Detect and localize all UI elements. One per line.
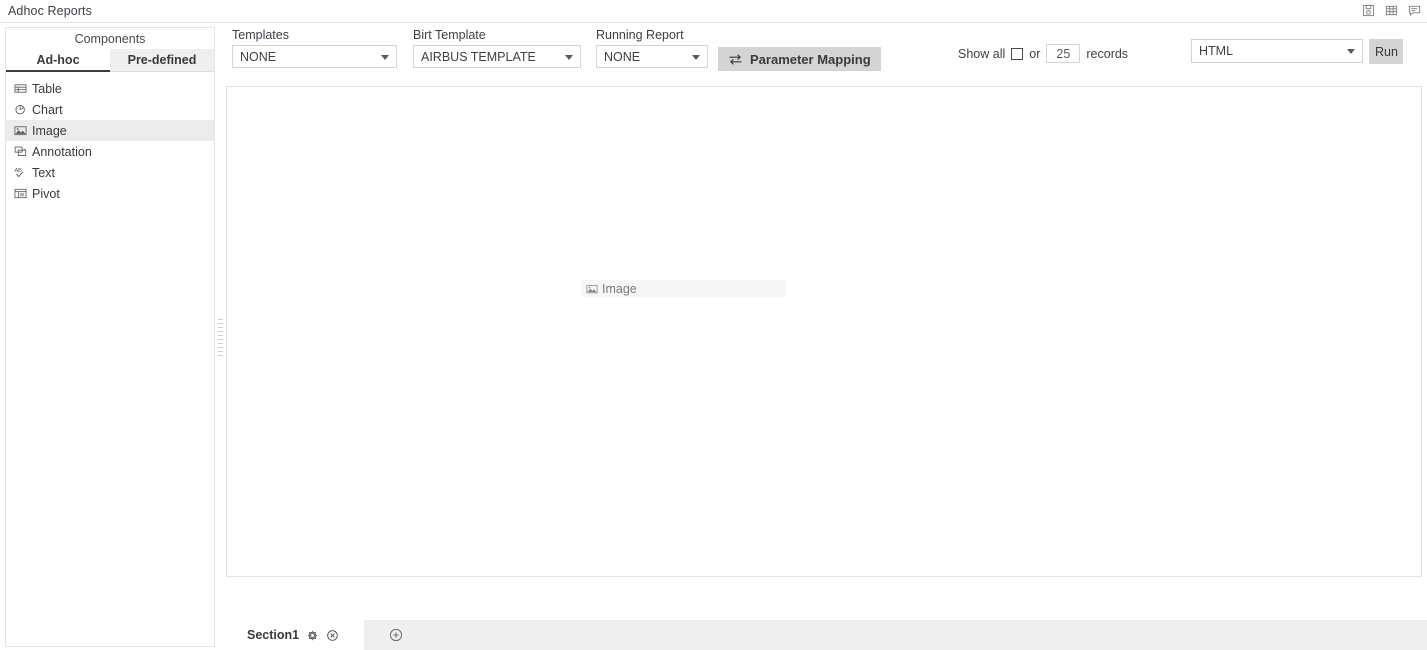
sidebar-item-pivot[interactable]: Pivot	[6, 183, 214, 204]
sidebar-item-label: Annotation	[32, 144, 92, 159]
close-icon[interactable]	[326, 629, 339, 642]
tab-ad-hoc[interactable]: Ad-hoc	[6, 49, 110, 72]
text-abc-icon: AB	[14, 166, 27, 179]
records-label: records	[1086, 46, 1129, 61]
titlebar: Adhoc Reports	[0, 0, 1427, 23]
report-canvas[interactable]: Image	[226, 86, 1422, 577]
components-tabs: Ad-hoc Pre-defined	[5, 49, 215, 72]
chart-pie-icon	[14, 103, 27, 116]
section-tab-label: Section1	[247, 628, 300, 642]
table-icon[interactable]	[1383, 2, 1400, 19]
output-format-field-group: HTML	[1191, 39, 1363, 63]
svg-text:AB: AB	[14, 168, 22, 174]
app-title: Adhoc Reports	[8, 4, 92, 18]
running-report-select-value: NONE	[604, 49, 641, 64]
section-tab-section1[interactable]: Section1	[224, 620, 364, 650]
parameter-mapping-label: Parameter Mapping	[750, 51, 871, 67]
sidebar-item-annotation[interactable]: Annotation	[6, 141, 214, 162]
components-panel: Components Ad-hoc Pre-defined Table Char…	[0, 23, 220, 650]
splitter-grip	[218, 319, 223, 357]
tab-pre-defined-label: Pre-defined	[127, 53, 197, 67]
templates-field-group: Templates NONE	[232, 28, 397, 68]
birt-template-select[interactable]: AIRBUS TEMPLATE	[413, 45, 581, 68]
image-component-placeholder[interactable]: Image	[581, 280, 786, 297]
output-format-select[interactable]: HTML	[1191, 39, 1363, 63]
chevron-down-icon	[381, 54, 389, 60]
birt-template-label: Birt Template	[413, 28, 486, 42]
sidebar-item-image[interactable]: Image	[6, 120, 214, 141]
add-section-button[interactable]	[389, 628, 403, 642]
save-icon[interactable]	[1360, 2, 1377, 19]
parameter-mapping-button[interactable]: Parameter Mapping	[718, 47, 881, 71]
output-format-select-value: HTML	[1199, 44, 1234, 58]
chevron-down-icon	[565, 54, 573, 60]
records-input[interactable]	[1046, 44, 1081, 63]
running-report-field-group: Running Report NONE	[596, 28, 708, 68]
sidebar-item-label: Text	[32, 165, 55, 180]
sidebar-item-table[interactable]: Table	[6, 78, 214, 99]
adhoc-reports-app: Adhoc Reports Components Ad-hoc Pre-defi…	[0, 0, 1427, 650]
table-icon	[14, 82, 27, 95]
report-toolbar: Templates NONE Birt Template AIRBUS TEMP…	[224, 23, 1427, 85]
titlebar-icon-group	[1360, 2, 1423, 19]
sidebar-item-label: Image	[32, 123, 67, 138]
show-all-checkbox[interactable]	[1011, 47, 1024, 60]
chevron-down-icon	[692, 54, 700, 60]
panel-splitter[interactable]	[217, 318, 224, 358]
or-label: or	[1029, 46, 1041, 61]
sidebar-item-text[interactable]: AB Text	[6, 162, 214, 183]
tab-ad-hoc-label: Ad-hoc	[36, 52, 80, 67]
templates-select-value: NONE	[240, 49, 277, 64]
sidebar-item-label: Chart	[32, 102, 63, 117]
sidebar-item-label: Table	[32, 81, 62, 96]
gear-icon[interactable]	[306, 629, 319, 642]
image-icon	[586, 283, 598, 295]
birt-template-field-group: Birt Template AIRBUS TEMPLATE	[413, 28, 581, 68]
templates-label: Templates	[232, 28, 289, 42]
templates-select[interactable]: NONE	[232, 45, 397, 68]
run-button[interactable]: Run	[1369, 39, 1403, 64]
show-all-group: Show all or records	[958, 44, 1128, 63]
show-all-label: Show all	[958, 46, 1006, 61]
components-panel-header: Components	[5, 27, 215, 49]
exchange-arrows-icon	[728, 53, 743, 66]
section-tab-bar: Section1	[224, 620, 1427, 650]
components-list: Table Chart Image Annotation AB Text Piv…	[5, 72, 215, 647]
image-placeholder-label: Image	[602, 281, 637, 296]
report-workspace: Templates NONE Birt Template AIRBUS TEMP…	[224, 23, 1427, 650]
comment-icon[interactable]	[1406, 2, 1423, 19]
running-report-label: Running Report	[596, 28, 684, 42]
running-report-select[interactable]: NONE	[596, 45, 708, 68]
tab-pre-defined[interactable]: Pre-defined	[110, 49, 214, 72]
sidebar-item-label: Pivot	[32, 186, 60, 201]
annotation-icon	[14, 145, 27, 158]
pivot-icon	[14, 187, 27, 200]
sidebar-item-chart[interactable]: Chart	[6, 99, 214, 120]
image-icon	[14, 124, 27, 137]
chevron-down-icon	[1347, 49, 1355, 54]
birt-template-select-value: AIRBUS TEMPLATE	[421, 49, 536, 64]
